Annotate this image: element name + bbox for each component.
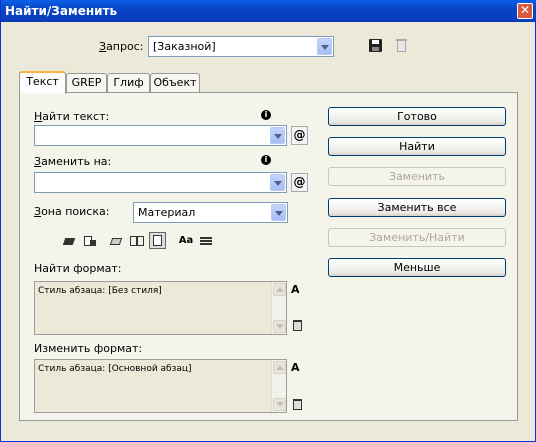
find-format-text: Стиль абзаца: [Без стиля] (38, 286, 162, 296)
change-format-scrollbar[interactable] (271, 360, 286, 412)
tab-text[interactable]: Текст (19, 71, 66, 94)
window-title: Найти/Заменить (5, 4, 118, 18)
special-chars-replace-button[interactable]: @ (291, 173, 308, 192)
search-zone-label: Зона поиска: (34, 205, 110, 218)
trash-icon[interactable] (293, 399, 302, 410)
query-select[interactable]: [Заказной] (148, 36, 334, 57)
master-pages-icon[interactable] (130, 234, 144, 247)
title-bar: Найти/Заменить ✕ (1, 0, 536, 22)
chevron-down-icon[interactable] (270, 127, 285, 144)
chevron-down-icon[interactable] (317, 38, 332, 55)
case-sensitive-icon[interactable]: Aa (177, 234, 195, 247)
tab-glyph[interactable]: Глиф (107, 73, 150, 93)
replace-all-button[interactable]: Заменить все (328, 198, 506, 217)
replace-with-label: Заменить на: (34, 155, 112, 168)
close-button[interactable]: ✕ (517, 3, 533, 19)
footnotes-icon[interactable] (149, 232, 166, 249)
chevron-down-icon[interactable] (270, 174, 285, 191)
fewer-options-button[interactable]: Меньше (328, 258, 506, 277)
locked-stories-icon[interactable] (83, 234, 97, 247)
query-label: Запрос: (99, 40, 144, 53)
done-button[interactable]: Готово (328, 107, 506, 126)
find-text-input[interactable] (34, 125, 287, 146)
whole-word-icon[interactable] (199, 234, 213, 247)
find-format-label: Найти формат: (34, 262, 122, 275)
search-zone-value: Материал (138, 206, 196, 219)
special-chars-find-button[interactable]: @ (291, 126, 308, 145)
find-format-settings-icon[interactable]: A (291, 283, 305, 296)
replace-with-input[interactable] (34, 172, 287, 193)
chevron-down-icon[interactable] (271, 204, 286, 221)
find-format-box[interactable]: Стиль абзаца: [Без стиля] (34, 281, 287, 335)
locked-layers-icon[interactable] (62, 234, 77, 247)
trash-icon[interactable] (293, 320, 302, 331)
info-icon[interactable]: i (261, 155, 271, 165)
delete-query-icon[interactable] (396, 38, 407, 52)
find-replace-dialog: Найти/Заменить ✕ Запрос: [Заказной] Текс… (0, 0, 536, 442)
change-format-settings-icon[interactable]: A (291, 361, 305, 374)
info-icon[interactable]: i (261, 110, 271, 120)
find-text-label: Найти текст: (34, 110, 110, 123)
replace-button[interactable]: Заменить (328, 167, 506, 186)
replace-find-button[interactable]: Заменить/Найти (328, 228, 506, 247)
hidden-layers-icon[interactable] (109, 234, 124, 247)
tab-grep[interactable]: GREP (66, 73, 107, 93)
find-button[interactable]: Найти (328, 137, 506, 156)
change-format-text: Стиль абзаца: [Основной абзац] (38, 364, 192, 374)
tab-object[interactable]: Объект (150, 73, 200, 93)
change-format-label: Изменить формат: (34, 342, 143, 355)
query-value: [Заказной] (153, 40, 216, 53)
change-format-box[interactable]: Стиль абзаца: [Основной абзац] (34, 359, 287, 413)
find-format-scrollbar[interactable] (271, 282, 286, 334)
search-zone-select[interactable]: Материал (133, 202, 288, 223)
save-query-icon[interactable] (369, 39, 382, 52)
